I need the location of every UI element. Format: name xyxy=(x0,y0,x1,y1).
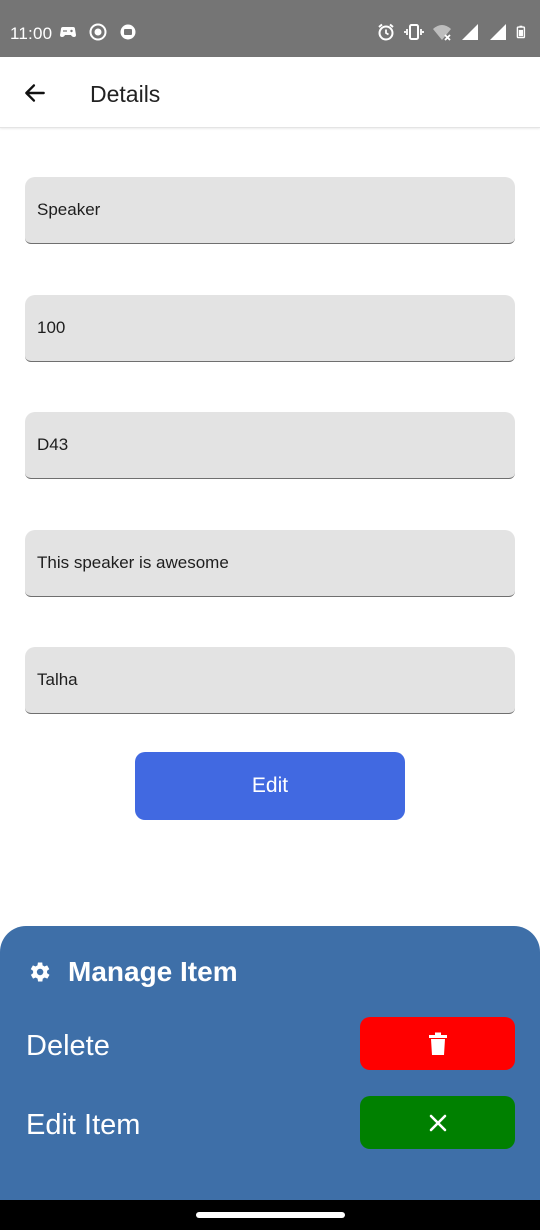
delete-label: Delete xyxy=(26,1030,110,1062)
navigation-bar xyxy=(0,1200,540,1230)
owner-field-container xyxy=(25,647,515,714)
game-controller-icon xyxy=(60,27,76,37)
alarm-icon xyxy=(378,23,394,41)
home-handle[interactable] xyxy=(196,1212,345,1218)
battery-icon xyxy=(516,25,526,39)
app-bar: Details xyxy=(0,57,540,128)
wifi-off-icon xyxy=(433,25,451,41)
trash-icon xyxy=(428,1032,447,1055)
details-screen: 11:00 Details Speaker 100 D43 This speak… xyxy=(0,0,540,1230)
record-icon xyxy=(89,23,107,41)
price-field[interactable] xyxy=(25,295,515,361)
status-bar: 11:00 xyxy=(0,0,540,57)
name-field-container xyxy=(25,177,515,244)
close-icon xyxy=(429,1114,446,1131)
code-field-container xyxy=(25,412,515,479)
sheet-header: Manage Item xyxy=(26,956,238,988)
delete-button[interactable] xyxy=(360,1017,515,1070)
status-time: 11:00 xyxy=(10,24,53,43)
edit-item-label: Edit Item xyxy=(26,1109,141,1141)
status-left-icons xyxy=(58,22,138,42)
description-field[interactable] xyxy=(25,530,515,596)
manage-item-sheet: Manage Item Delete Edit Item xyxy=(0,926,540,1200)
back-button[interactable] xyxy=(14,72,56,114)
price-field-container xyxy=(25,295,515,362)
edit-item-button[interactable] xyxy=(360,1096,515,1149)
screencast-icon xyxy=(120,24,136,40)
page-title: Details xyxy=(90,81,161,107)
vibrate-icon xyxy=(404,24,424,40)
code-field[interactable] xyxy=(25,412,515,478)
edit-button[interactable]: Edit xyxy=(135,752,405,820)
arrow-left-icon xyxy=(25,84,45,102)
name-field[interactable] xyxy=(25,177,515,243)
signal-icon xyxy=(490,24,506,40)
sheet-title: Manage Item xyxy=(68,956,238,987)
description-field-container xyxy=(25,530,515,597)
owner-field[interactable] xyxy=(25,647,515,713)
signal-icon xyxy=(462,24,478,40)
gear-icon xyxy=(30,962,50,982)
status-right-icons xyxy=(376,22,530,42)
